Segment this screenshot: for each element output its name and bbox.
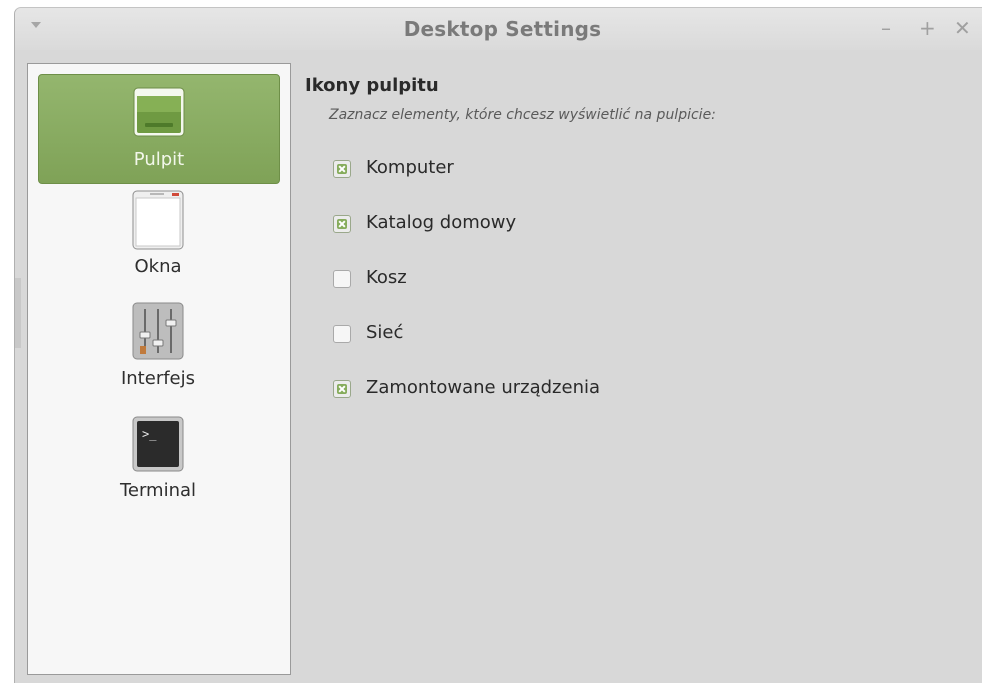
title-bar[interactable]: Desktop Settings – + ✕: [15, 8, 982, 50]
sidebar-item-label: Pulpit: [133, 149, 185, 170]
window-resize-edge[interactable]: [15, 278, 21, 348]
desktop-icon: [133, 87, 185, 137]
checkbox-box[interactable]: [333, 380, 351, 398]
checkbox-label[interactable]: Katalog domowy: [366, 212, 516, 233]
sidebar-item-label: Terminal: [119, 480, 197, 501]
desktop-settings-window: Desktop Settings – + ✕ Pulpit Okna Inter…: [14, 7, 982, 683]
window-title: Desktop Settings: [403, 17, 602, 41]
svg-text:>_: >_: [142, 427, 157, 441]
checkbox-label[interactable]: Zamontowane urządzenia: [366, 377, 600, 398]
checkbox-box[interactable]: [333, 215, 351, 233]
minimize-button[interactable]: –: [881, 17, 891, 39]
sidebar-item-label: Interfejs: [120, 368, 196, 389]
checkbox-box[interactable]: [333, 325, 351, 343]
sidebar-item-okna[interactable]: Okna: [38, 184, 278, 292]
checkbox-box[interactable]: [333, 270, 351, 288]
window-icon: [132, 190, 184, 250]
category-sidebar: Pulpit Okna Interfejs >_ Terminal: [27, 63, 291, 675]
checkmark-icon: [337, 219, 347, 229]
close-button[interactable]: ✕: [954, 17, 971, 39]
checkbox-label[interactable]: Kosz: [366, 267, 407, 288]
sidebar-item-terminal[interactable]: >_ Terminal: [38, 408, 278, 516]
maximize-button[interactable]: +: [919, 17, 936, 39]
section-heading: Ikony pulpitu: [305, 75, 439, 96]
sidebar-item-label: Okna: [134, 256, 182, 277]
checkbox-label[interactable]: Sieć: [366, 322, 403, 343]
checkmark-icon: [337, 384, 347, 394]
checkbox-label[interactable]: Komputer: [366, 157, 454, 178]
terminal-icon: >_: [132, 416, 184, 472]
sliders-icon: [132, 302, 184, 360]
checkbox-box[interactable]: [333, 160, 351, 178]
sidebar-item-interfejs[interactable]: Interfejs: [38, 296, 278, 404]
sidebar-item-pulpit[interactable]: Pulpit: [38, 74, 280, 184]
section-description: Zaznacz elementy, które chcesz wyświetli…: [329, 107, 716, 123]
checkmark-icon: [337, 164, 347, 174]
